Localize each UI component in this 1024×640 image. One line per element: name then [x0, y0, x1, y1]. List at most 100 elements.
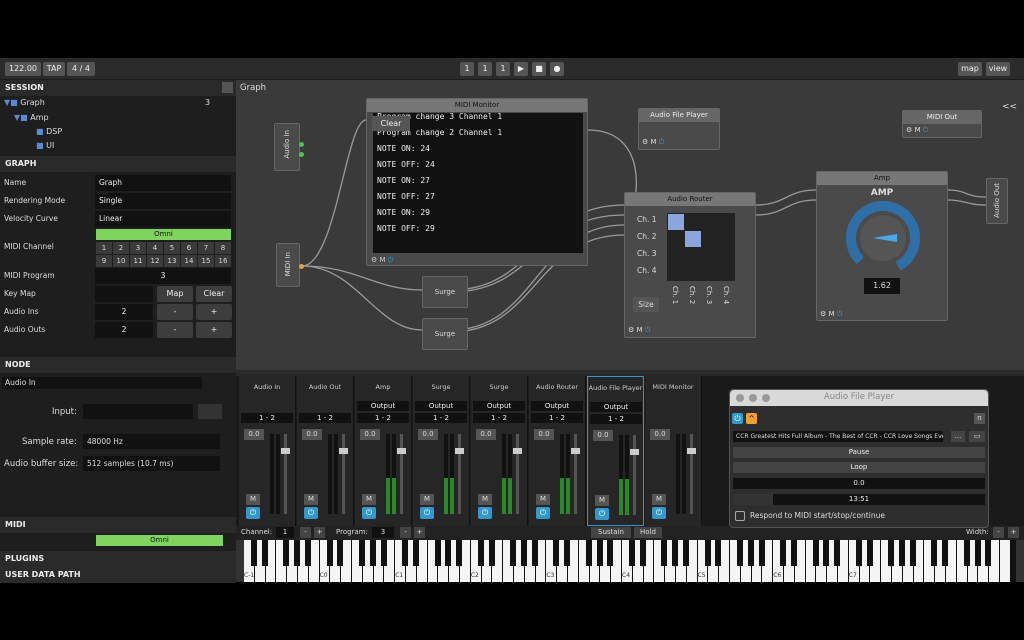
black-key[interactable]: [683, 540, 690, 566]
black-key[interactable]: [402, 540, 409, 566]
black-key[interactable]: [888, 540, 895, 566]
power-icon[interactable]: ⏻: [645, 326, 651, 334]
audio-file-player-node[interactable]: Audio File Player ⚙ M ⏻: [638, 108, 720, 150]
power-icon[interactable]: ⏻: [659, 138, 665, 146]
black-key[interactable]: [456, 540, 463, 566]
output-port[interactable]: [299, 142, 304, 147]
fader-handle[interactable]: [630, 449, 639, 455]
volume-field[interactable]: 0.0: [302, 429, 322, 440]
channel-toggle[interactable]: 10: [113, 255, 129, 267]
midi-monitor-node[interactable]: MIDI Monitor Program change 3 Channel 1P…: [366, 98, 588, 266]
channel-minus-button[interactable]: -: [300, 527, 311, 538]
clear-button[interactable]: Clear: [196, 286, 232, 302]
black-key[interactable]: [488, 540, 495, 566]
gain-value[interactable]: 1.62: [864, 278, 900, 294]
node-header[interactable]: NODE: [0, 357, 236, 373]
power-icon[interactable]: ⏻: [362, 507, 376, 519]
record-button[interactable]: ●: [550, 62, 564, 76]
power-icon[interactable]: ⏻: [837, 310, 843, 318]
black-key[interactable]: [305, 540, 312, 566]
midi-output-port[interactable]: [299, 264, 304, 269]
ins-plus-button[interactable]: +: [196, 304, 232, 320]
black-key[interactable]: [434, 540, 441, 566]
outs-plus-button[interactable]: +: [196, 322, 232, 338]
black-key[interactable]: [834, 540, 841, 566]
node-select[interactable]: Audio In: [2, 377, 202, 389]
view-button[interactable]: view: [986, 62, 1010, 76]
power-icon[interactable]: ⏻: [732, 413, 743, 424]
fader-track[interactable]: [458, 434, 461, 514]
power-icon[interactable]: ⏻: [595, 508, 609, 520]
power-icon[interactable]: ⏻: [923, 126, 929, 134]
black-key[interactable]: [812, 540, 819, 566]
fader-handle[interactable]: [513, 448, 522, 454]
fader-track[interactable]: [633, 435, 636, 515]
black-key[interactable]: [596, 540, 603, 566]
black-key[interactable]: [369, 540, 376, 566]
channel-select[interactable]: 1 - 2: [531, 413, 583, 423]
omni-button[interactable]: Omni: [96, 229, 231, 240]
black-key[interactable]: [337, 540, 344, 566]
black-key[interactable]: [359, 540, 366, 566]
position-field[interactable]: 0.0: [733, 478, 985, 489]
piano-keyboard[interactable]: C-1 C0 C1 C2 C3 C4 C5 C6 C7: [236, 540, 1024, 582]
program-plus-button[interactable]: +: [414, 527, 425, 538]
black-key[interactable]: [261, 540, 268, 566]
channel-toggle[interactable]: 14: [181, 255, 197, 267]
black-key[interactable]: [521, 540, 528, 566]
black-key[interactable]: [855, 540, 862, 566]
fader-handle[interactable]: [339, 448, 348, 454]
width-minus-button[interactable]: -: [993, 527, 1004, 538]
sustain-button[interactable]: Sustain: [591, 527, 631, 538]
rendering-select[interactable]: Single: [95, 193, 231, 209]
channel-toggle[interactable]: 13: [164, 255, 180, 267]
black-key[interactable]: [942, 540, 949, 566]
graph-header[interactable]: GRAPH: [0, 156, 236, 172]
black-key[interactable]: [251, 540, 258, 566]
power-icon[interactable]: ⏻: [388, 256, 394, 264]
black-key[interactable]: [477, 540, 484, 566]
black-key[interactable]: [531, 540, 538, 566]
buffer-select[interactable]: 512 samples (10.7 ms): [83, 456, 220, 471]
channel-select[interactable]: 1 - 2: [590, 414, 642, 424]
black-key[interactable]: [283, 540, 290, 566]
program-field[interactable]: 3: [372, 527, 394, 538]
black-key[interactable]: [585, 540, 592, 566]
black-key[interactable]: [931, 540, 938, 566]
black-key[interactable]: [704, 540, 711, 566]
black-key[interactable]: [413, 540, 420, 566]
pause-button[interactable]: Pause: [733, 447, 985, 458]
black-key[interactable]: [974, 540, 981, 566]
fader-handle[interactable]: [687, 448, 696, 454]
power-icon[interactable]: ⏻: [420, 507, 434, 519]
program-field[interactable]: 3: [95, 268, 231, 284]
black-key[interactable]: [294, 540, 301, 566]
fader-handle[interactable]: [397, 448, 406, 454]
menu-icon[interactable]: [222, 82, 233, 93]
mute-button[interactable]: M: [595, 495, 609, 506]
black-key[interactable]: [672, 540, 679, 566]
volume-field[interactable]: 0.0: [476, 429, 496, 440]
power-icon[interactable]: ⏻: [536, 507, 550, 519]
stop-button[interactable]: ■: [532, 62, 546, 76]
map-button[interactable]: map: [958, 62, 982, 76]
black-key[interactable]: [758, 540, 765, 566]
black-key[interactable]: [737, 540, 744, 566]
black-key[interactable]: [510, 540, 517, 566]
session-header[interactable]: SESSION: [0, 80, 236, 96]
audio-router-node[interactable]: Audio Router Ch. 1 Ch. 2 Ch. 3 Ch. 4 Size C…: [624, 192, 756, 338]
channel-toggle[interactable]: 6: [181, 242, 197, 254]
black-key[interactable]: [823, 540, 830, 566]
channel-toggle[interactable]: 1: [96, 242, 112, 254]
power-icon[interactable]: ⏻: [652, 507, 666, 519]
channel-select[interactable]: 1 - 2: [415, 413, 467, 423]
sample-rate-select[interactable]: 48000 Hz: [83, 434, 220, 449]
size-button[interactable]: Size: [633, 297, 659, 312]
channel-field[interactable]: 1: [276, 527, 294, 538]
volume-field[interactable]: 0.0: [593, 430, 613, 441]
mute-button[interactable]: M: [536, 494, 550, 505]
mute-button[interactable]: M: [420, 494, 434, 505]
folder-icon[interactable]: ▭: [969, 431, 985, 442]
black-key[interactable]: [963, 540, 970, 566]
n-button[interactable]: n: [974, 413, 985, 424]
